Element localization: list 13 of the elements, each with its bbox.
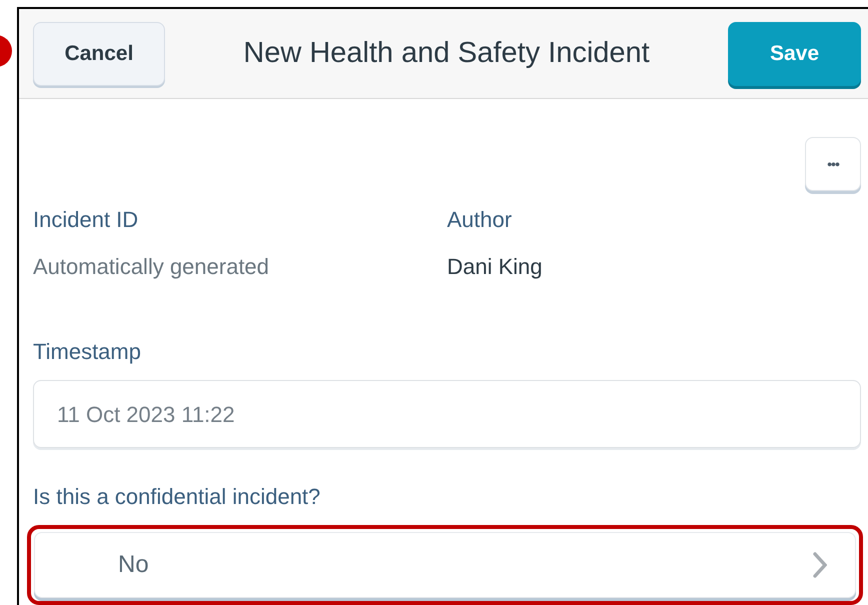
field-label: Author	[447, 206, 512, 234]
save-button[interactable]: Save	[728, 22, 861, 86]
more-button[interactable]: •••	[805, 137, 861, 191]
cancel-button[interactable]: Cancel	[33, 22, 165, 86]
field-value: Dani King	[447, 253, 542, 281]
field-label: Is this a confidential incident?	[33, 483, 320, 511]
field-label: Timestamp	[33, 338, 141, 366]
field-value: Automatically generated	[33, 253, 270, 281]
page-title: New Health and Safety Incident	[243, 36, 650, 71]
chevron-icon	[813, 552, 827, 578]
field-label: Incident ID	[33, 206, 138, 234]
timestamp-field[interactable]: 11 Oct 2023 11:22	[33, 380, 861, 448]
select-field[interactable]: No	[34, 532, 856, 598]
